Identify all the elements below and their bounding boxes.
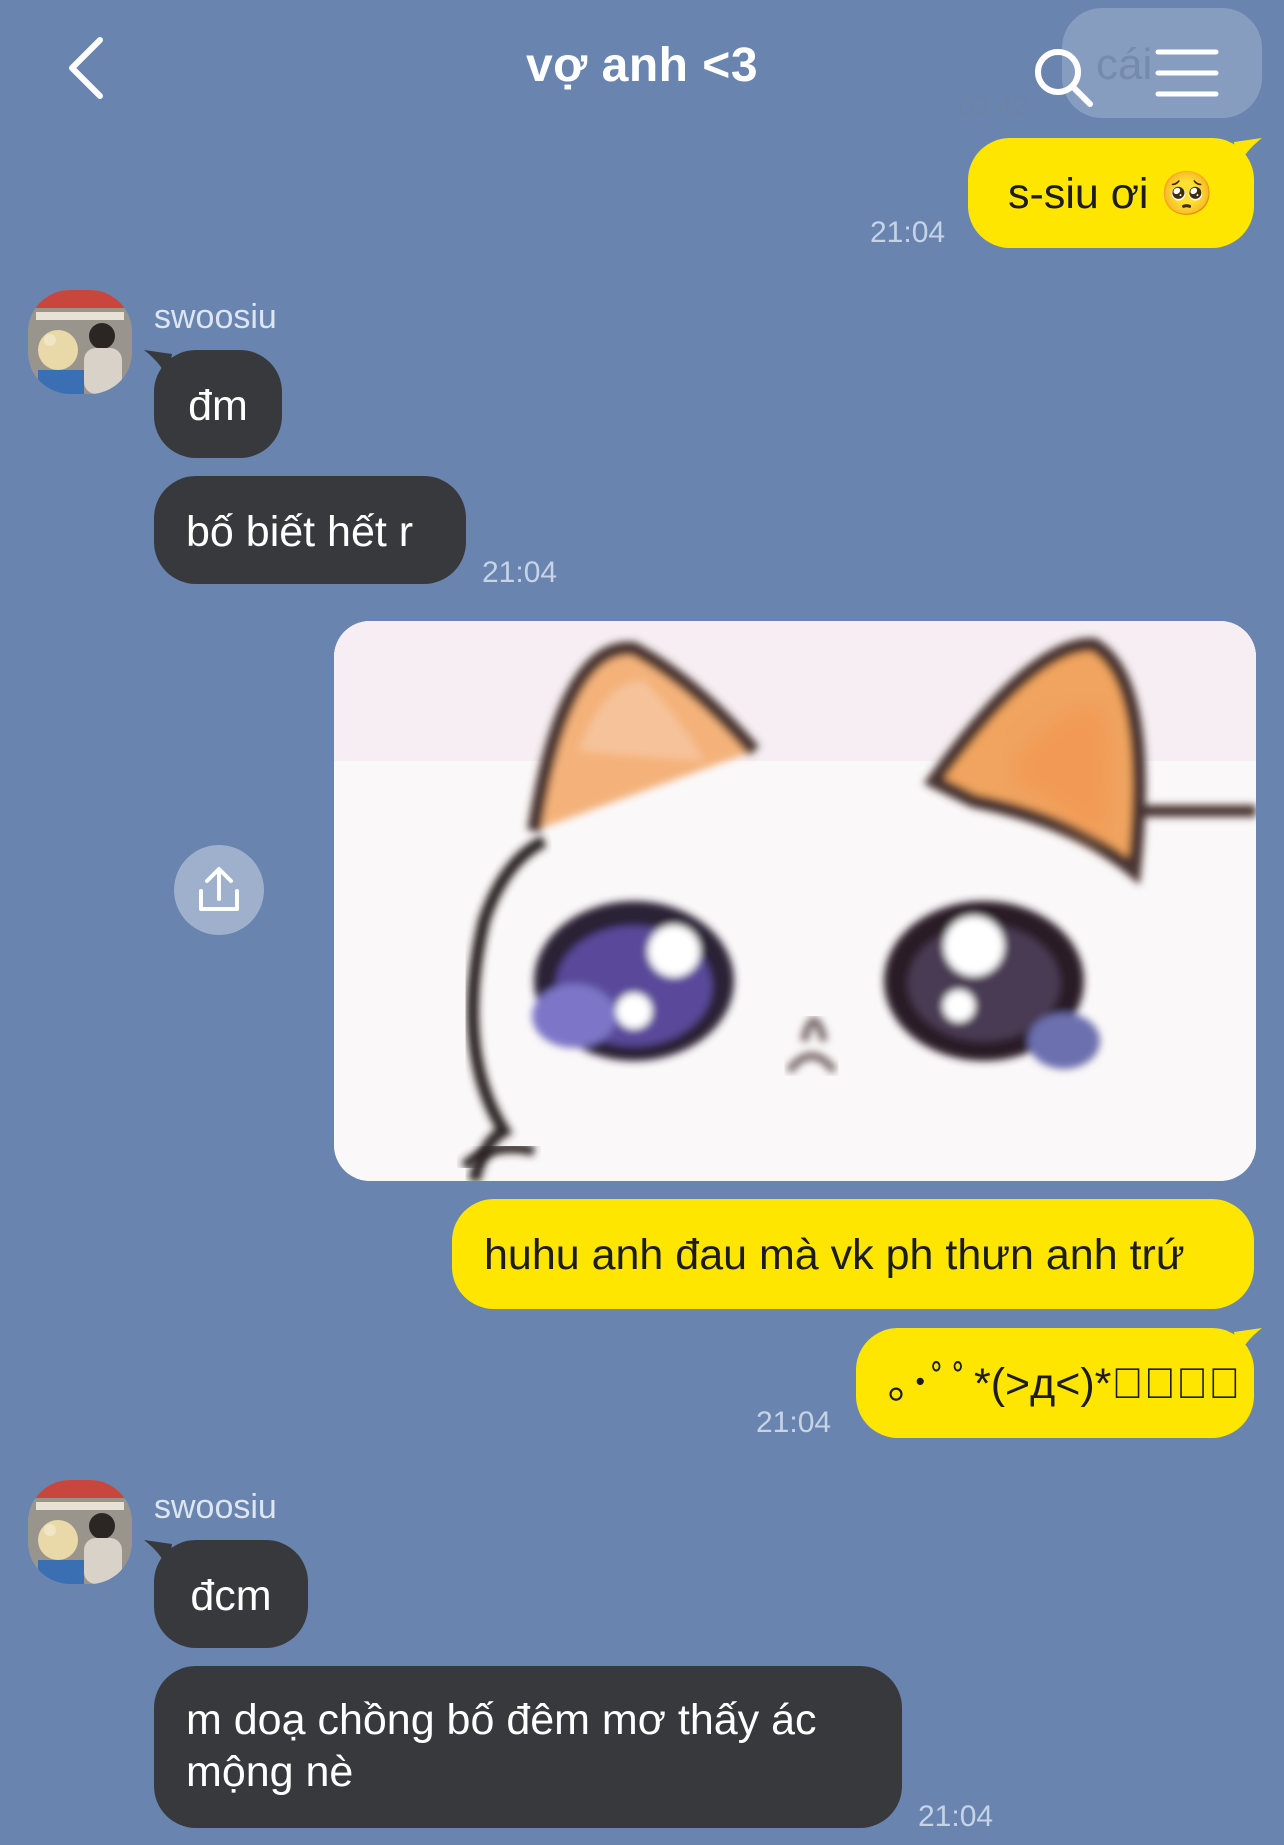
message-text: huhu anh đau mà vk ph thưn anh trứ [484,1231,1185,1279]
message-text-line: mộng nè [186,1748,354,1796]
message-text: bố biết hết r [186,508,414,556]
message-bubble-theirs[interactable]: bố biết hết r [154,476,466,584]
message-bubble-theirs[interactable]: m doạ chồng bố đêm mơ thấy ác mộng nè [154,1666,902,1828]
peek-message-time: 09:42 [958,90,1029,121]
message-time: 21:04 [756,1406,832,1439]
search-button[interactable] [1030,44,1096,110]
menu-icon [1155,49,1219,97]
sender-name: swoosiu [154,298,277,336]
avatar[interactable] [28,290,132,394]
message-text-line: m doạ chồng bố đêm mơ thấy ác [186,1696,817,1744]
chat-title: vợ anh <3 [525,39,759,92]
share-upload-icon [199,867,239,911]
message-time: 21:04 [918,1800,994,1833]
message-bubble-mine[interactable]: ｡･ﾟﾟ*(>д<)*ﾟﾟ･｡ [856,1328,1254,1438]
image-message[interactable] [334,621,1256,1181]
message-time: 21:04 [482,556,558,589]
chevron-left-icon [69,37,103,99]
share-button[interactable] [174,845,264,935]
peek-message-text: cái [1096,40,1153,89]
search-icon [1035,49,1093,107]
message-text: đcm [190,1572,272,1620]
crying-cat-sticker [334,621,1256,1181]
avatar-photo [28,1480,132,1584]
avatar[interactable] [28,1480,132,1584]
message-time: 21:04 [870,216,946,249]
message-text: ｡･ﾟﾟ*(>д<)*ﾟﾟ･｡ [888,1360,1241,1408]
message-text: đm [188,382,248,430]
sender-name: swoosiu [154,1488,277,1526]
back-button[interactable] [60,32,116,104]
menu-button[interactable] [1152,44,1222,102]
message-bubble-theirs[interactable]: đm [154,350,282,458]
avatar-photo [28,290,132,394]
message-bubble-mine[interactable]: s-siu ơi 🥺 [968,138,1254,248]
message-text: s-siu ơi 🥺 [1008,170,1214,218]
message-bubble-mine[interactable]: huhu anh đau mà vk ph thưn anh trứ [452,1199,1254,1309]
message-bubble-theirs[interactable]: đcm [154,1540,308,1648]
